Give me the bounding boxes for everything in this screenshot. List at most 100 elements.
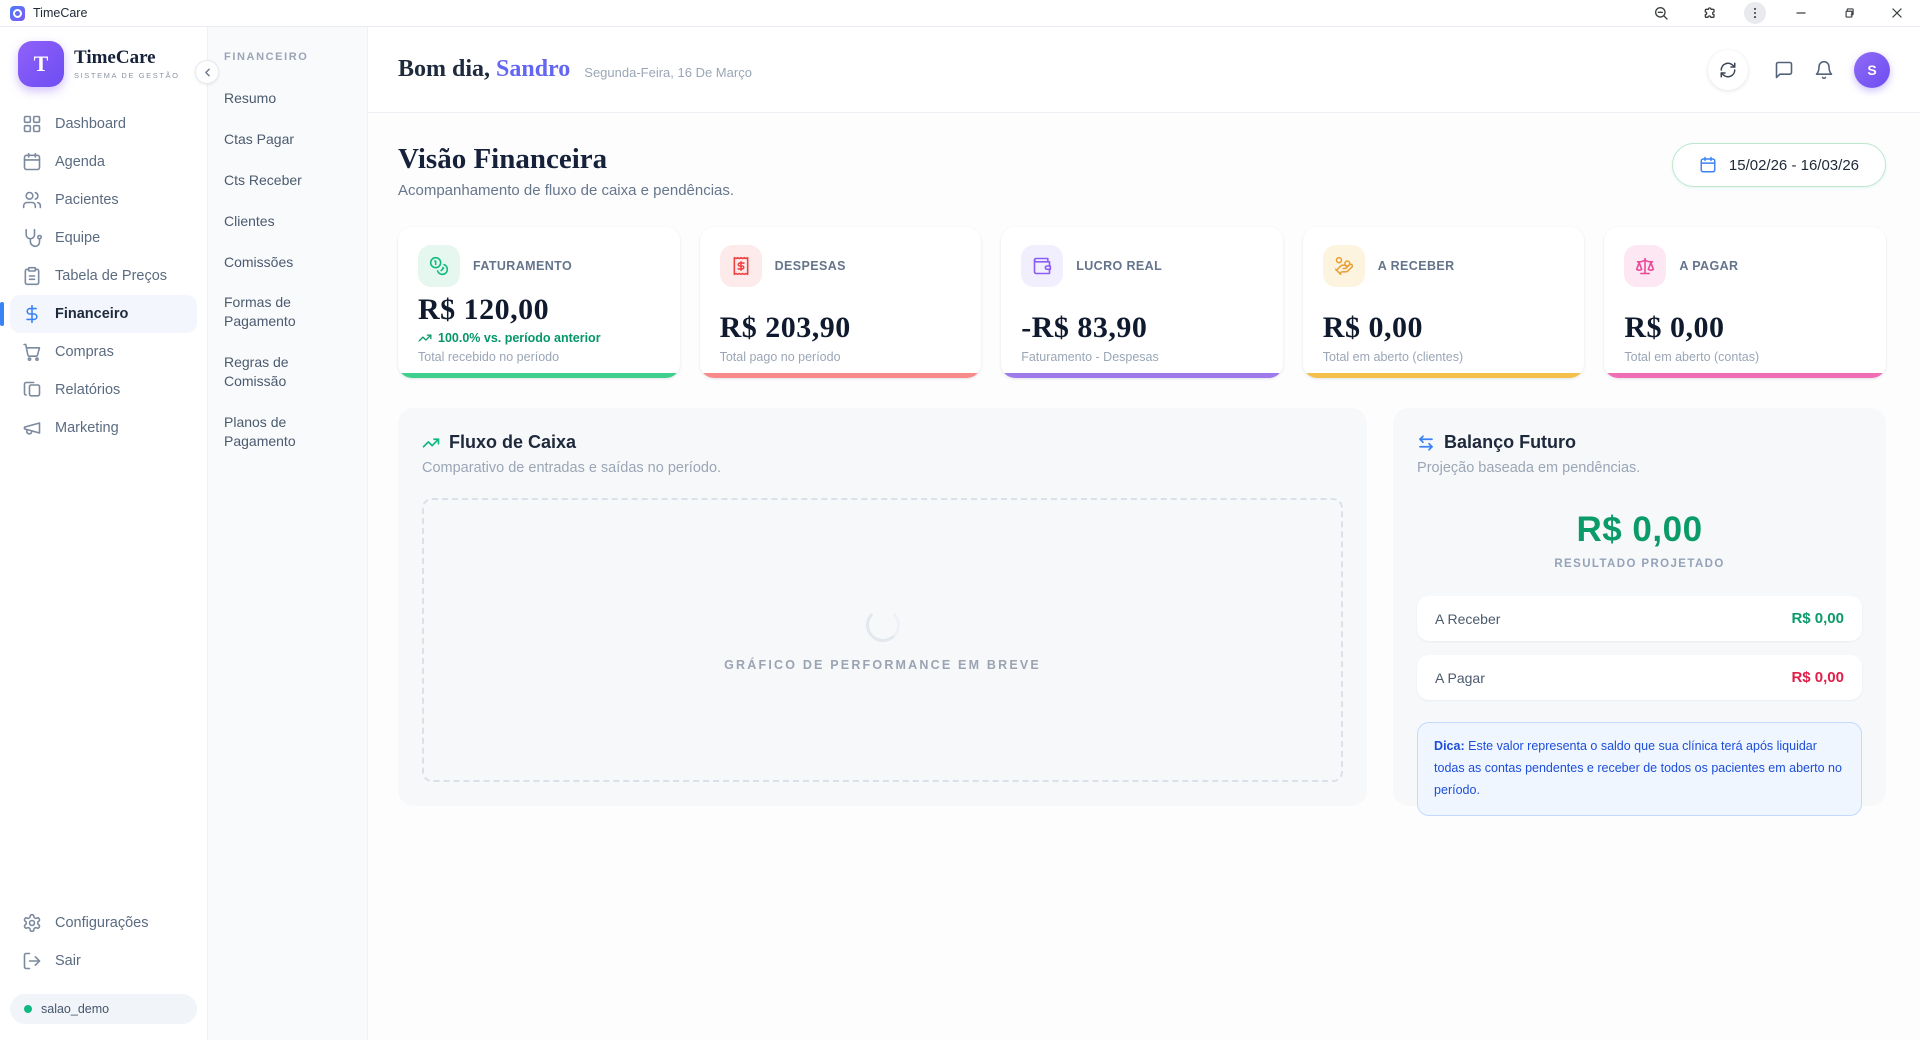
submenu-item-ctas-pagar[interactable]: Ctas Pagar (224, 130, 351, 149)
financeiro-submenu: FINANCEIRO Resumo Ctas Pagar Cts Receber… (208, 27, 368, 1040)
card-accent-bar (700, 373, 982, 378)
grid-icon (22, 114, 42, 134)
card-label: DESPESAS (775, 259, 846, 273)
sidebar-item-compras[interactable]: Compras (10, 333, 197, 371)
gear-icon (22, 913, 42, 933)
stethoscope-icon (22, 228, 42, 248)
card-despesas[interactable]: DESPESAS R$ 203,90 Total pago no período (700, 227, 982, 378)
card-a-receber[interactable]: A RECEBER R$ 0,00 Total em aberto (clien… (1303, 227, 1585, 378)
main-area: Bom dia, Sandro Segunda-Feira, 16 De Mar… (368, 27, 1920, 1040)
date-range-value: 15/02/26 - 16/03/26 (1729, 157, 1859, 174)
dollar-icon (22, 304, 42, 324)
primary-sidebar: T TimeCare SISTEMA DE GESTÃO Dashboard A… (0, 27, 208, 1040)
submenu-item-resumo[interactable]: Resumo (224, 89, 351, 108)
sidebar-item-pacientes[interactable]: Pacientes (10, 181, 197, 219)
sidebar-item-sair[interactable]: Sair (10, 942, 197, 980)
page-title: Visão Financeira (398, 143, 734, 176)
submenu-item-comissoes[interactable]: Comissões (224, 253, 351, 272)
card-faturamento[interactable]: FATURAMENTO R$ 120,00 100.0% vs. período… (398, 227, 680, 378)
card-value: R$ 203,90 (720, 311, 962, 345)
sidebar-item-label: Dashboard (55, 116, 126, 132)
card-value: -R$ 83,90 (1021, 311, 1263, 345)
chart-placeholder: GRÁFICO DE PERFORMANCE EM BREVE (422, 498, 1343, 782)
submenu-item-regras-comissao[interactable]: Regras de Comissão (224, 353, 351, 391)
main-header: Bom dia, Sandro Segunda-Feira, 16 De Mar… (368, 27, 1920, 113)
logout-icon (22, 951, 42, 971)
submenu-item-planos-pagamento[interactable]: Planos de Pagamento (224, 413, 351, 451)
sidebar-item-configuracoes[interactable]: Configurações (10, 904, 197, 942)
card-description: Faturamento - Despesas (1021, 350, 1263, 364)
messages-icon[interactable] (1774, 60, 1794, 80)
placeholder-text: GRÁFICO DE PERFORMANCE EM BREVE (724, 658, 1041, 672)
sidebar-item-agenda[interactable]: Agenda (10, 143, 197, 181)
extensions-puzzle-icon[interactable] (1696, 2, 1722, 24)
sidebar-item-tabela-precos[interactable]: Tabela de Preços (10, 257, 197, 295)
sidebar-item-relatorios[interactable]: Relatórios (10, 371, 197, 409)
users-icon (22, 190, 42, 210)
date-range-picker[interactable]: 15/02/26 - 16/03/26 (1672, 143, 1886, 187)
sidebar-item-label: Compras (55, 344, 114, 360)
scale-icon (1624, 245, 1666, 287)
sidebar-item-equipe[interactable]: Equipe (10, 219, 197, 257)
notifications-bell-icon[interactable] (1814, 60, 1834, 80)
submenu-item-clientes[interactable]: Clientes (224, 212, 351, 231)
balance-row-a-receber[interactable]: A Receber R$ 0,00 (1417, 596, 1862, 641)
user-avatar[interactable]: S (1854, 52, 1890, 88)
minimize-button[interactable] (1788, 2, 1814, 24)
card-label: LUCRO REAL (1076, 259, 1162, 273)
balance-row-a-pagar[interactable]: A Pagar R$ 0,00 (1417, 655, 1862, 700)
sidebar-item-label: Financeiro (55, 306, 128, 322)
coins-icon (418, 245, 460, 287)
sidebar-item-label: Pacientes (55, 192, 119, 208)
card-lucro-real[interactable]: LUCRO REAL -R$ 83,90 Faturamento - Despe… (1001, 227, 1283, 378)
workspace-badge[interactable]: salao_demo (10, 994, 197, 1024)
balance-subtitle: Projeção baseada em pendências. (1417, 460, 1862, 476)
tip-box: Dica: Este valor representa o saldo que … (1417, 722, 1862, 816)
tip-label: Dica: (1434, 739, 1465, 753)
cashflow-title: Fluxo de Caixa (449, 432, 576, 453)
card-accent-bar (1303, 373, 1585, 378)
sidebar-item-dashboard[interactable]: Dashboard (10, 105, 197, 143)
card-value: R$ 120,00 (418, 293, 660, 327)
receipt-icon (720, 245, 762, 287)
card-a-pagar[interactable]: A PAGAR R$ 0,00 Total em aberto (contas) (1604, 227, 1886, 378)
trending-up-icon (422, 434, 440, 452)
browser-menu-icon[interactable] (1744, 2, 1766, 24)
window-titlebar: TimeCare (0, 0, 1920, 27)
sidebar-item-label: Agenda (55, 154, 105, 170)
submenu-title: FINANCEIRO (224, 51, 351, 63)
online-status-dot (24, 1005, 32, 1013)
metric-cards: FATURAMENTO R$ 120,00 100.0% vs. período… (398, 227, 1886, 378)
row-label: A Pagar (1435, 670, 1485, 686)
card-description: Total em aberto (contas) (1624, 350, 1866, 364)
close-button[interactable] (1884, 2, 1910, 24)
card-accent-bar (398, 373, 680, 378)
submenu-item-cts-receber[interactable]: Cts Receber (224, 171, 351, 190)
logo-subtitle: SISTEMA DE GESTÃO (74, 71, 180, 80)
calendar-icon (1699, 156, 1717, 174)
zoom-out-icon[interactable] (1648, 2, 1674, 24)
card-value: R$ 0,00 (1624, 311, 1866, 345)
sidebar-item-label: Marketing (55, 420, 119, 436)
workspace-name: salao_demo (41, 1002, 109, 1016)
app-logo: T TimeCare SISTEMA DE GESTÃO (10, 41, 197, 105)
projected-result-value: R$ 0,00 (1417, 510, 1862, 550)
wallet-icon (1021, 245, 1063, 287)
cashflow-panel: Fluxo de Caixa Comparativo de entradas e… (398, 408, 1367, 806)
reports-icon (22, 380, 42, 400)
balance-title: Balanço Futuro (1444, 432, 1576, 453)
header-date: Segunda-Feira, 16 De Março (584, 59, 752, 80)
sidebar-item-label: Sair (55, 953, 81, 969)
refresh-button[interactable] (1708, 50, 1748, 90)
sidebar-item-marketing[interactable]: Marketing (10, 409, 197, 447)
card-value: R$ 0,00 (1323, 311, 1565, 345)
cart-icon (22, 342, 42, 362)
sidebar-collapse-button[interactable] (195, 60, 219, 84)
card-accent-bar (1604, 373, 1886, 378)
trending-up-icon (418, 331, 432, 345)
submenu-item-formas-pagamento[interactable]: Formas de Pagamento (224, 293, 351, 331)
restore-button[interactable] (1836, 2, 1862, 24)
calendar-icon (22, 152, 42, 172)
primary-nav: Dashboard Agenda Pacientes Equipe Tabela… (10, 105, 197, 447)
sidebar-item-financeiro[interactable]: Financeiro (10, 295, 197, 333)
